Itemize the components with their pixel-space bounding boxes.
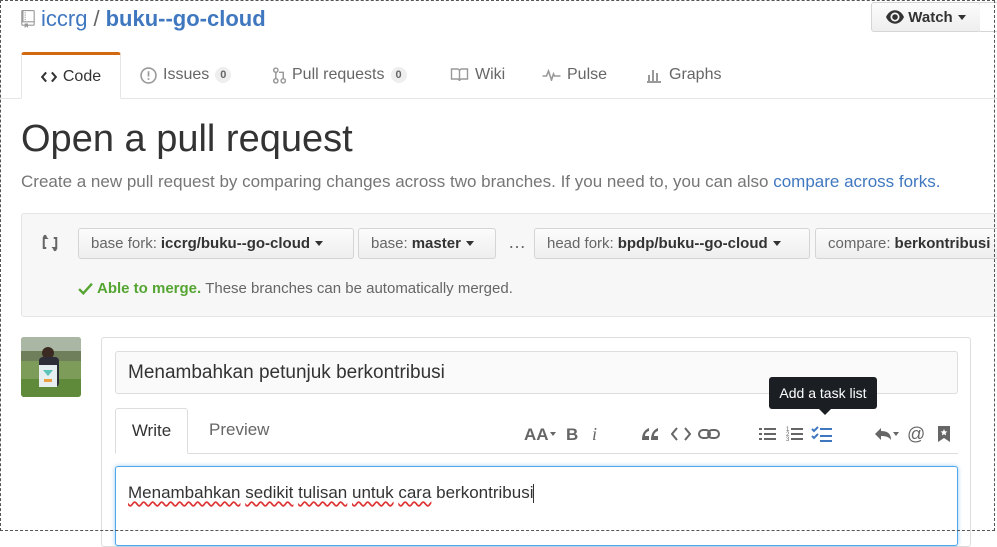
base-fork-value: iccrg/buku--go-cloud [160, 235, 311, 252]
head-fork-select[interactable]: head fork: bpdp/buku--go-cloud [534, 228, 810, 259]
tab-label: Graphs [669, 66, 722, 83]
task-list-icon[interactable] [811, 423, 833, 445]
unordered-list-icon[interactable] [759, 423, 777, 445]
compare-branch-select[interactable]: compare: berkontribusi [815, 228, 997, 259]
watch-button[interactable]: Watch [871, 2, 981, 32]
base-fork-select[interactable]: base fork: iccrg/buku--go-cloud [78, 228, 354, 259]
eye-icon [886, 10, 905, 24]
body-word: cara [398, 483, 432, 502]
text-cursor [533, 484, 535, 504]
repo-name-link[interactable]: buku--go-cloud [106, 6, 266, 32]
chevron-down-icon [772, 241, 781, 246]
tab-issues[interactable]: Issues 0 [140, 52, 232, 98]
head-fork-value: bpdp/buku--go-cloud [617, 235, 768, 252]
avatar[interactable] [21, 337, 81, 397]
compare-range: base fork: iccrg/buku--go-cloud base: ma… [21, 213, 997, 317]
italic-icon[interactable]: i [590, 423, 602, 445]
bold-icon[interactable]: B [565, 423, 581, 445]
body-word: tulisan [298, 483, 348, 502]
repo-icon [21, 10, 35, 28]
compare-branch-label: compare: [828, 235, 891, 252]
tab-label: Code [62, 67, 102, 85]
repo-header: iccrg / buku--go-cloud [21, 2, 266, 36]
mention-icon[interactable]: @ [906, 423, 926, 445]
ordered-list-icon[interactable]: 123 [786, 423, 804, 445]
subtitle-text: Create a new pull request by comparing c… [21, 172, 774, 191]
tab-label: Pulse [567, 66, 608, 83]
pr-body-textarea[interactable]: Menambahkan sedikit tulisan untuk cara b… [115, 466, 958, 546]
code-icon[interactable] [670, 423, 692, 445]
tab-preview[interactable]: Preview [209, 420, 269, 440]
reply-icon[interactable] [873, 423, 901, 445]
base-branch-select[interactable]: base: master [358, 228, 496, 259]
git-compare-icon [42, 234, 58, 252]
svg-text:3: 3 [786, 437, 790, 443]
range-ellipsis: … [508, 232, 526, 252]
bookmark-icon[interactable] [936, 423, 952, 445]
book-icon [450, 68, 469, 82]
link-icon[interactable] [698, 423, 720, 445]
watch-count-box[interactable] [980, 2, 997, 32]
issue-icon [140, 66, 157, 84]
merge-ok-label: Able to merge. [97, 280, 202, 297]
svg-text:AA: AA [524, 425, 549, 443]
tab-label: Pull requests [292, 66, 385, 83]
body-word: sedikit [245, 483, 294, 502]
svg-text:@: @ [907, 424, 925, 444]
svg-text:i: i [592, 425, 597, 443]
repo-path-separator: / [93, 6, 100, 31]
chevron-down-icon [315, 241, 324, 246]
text-size-icon[interactable]: AA [524, 423, 558, 445]
task-list-tooltip: Add a task list [769, 377, 877, 415]
body-word: untuk [352, 483, 394, 502]
body-word: berkontribusi [436, 483, 534, 502]
base-fork-label: base fork: [91, 235, 157, 252]
base-branch-label: base: [371, 235, 408, 252]
compare-across-forks-link[interactable]: compare across forks. [773, 172, 940, 191]
pull-request-icon [272, 66, 286, 84]
pulse-icon [542, 69, 561, 81]
user-avatar-image [21, 337, 81, 397]
page-title: Open a pull request [21, 118, 353, 160]
code-icon [40, 71, 57, 82]
chevron-down-icon [957, 14, 966, 20]
tab-pulse[interactable]: Pulse [542, 52, 607, 98]
svg-text:B: B [566, 425, 578, 443]
repo-owner-link[interactable]: iccrg [41, 6, 87, 32]
compare-branch-value: berkontribusi [894, 235, 991, 252]
page-subtitle: Create a new pull request by comparing c… [21, 172, 940, 192]
tab-write[interactable]: Write [115, 408, 188, 454]
quote-icon[interactable] [640, 423, 660, 445]
watch-label: Watch [908, 8, 953, 26]
base-branch-value: master [411, 235, 461, 252]
tab-pull-requests[interactable]: Pull requests 0 [272, 52, 407, 98]
merge-status: Able to merge. These branches can be aut… [78, 280, 513, 297]
tab-code[interactable]: Code [21, 52, 121, 99]
tab-label: Issues [163, 66, 210, 83]
tab-graphs[interactable]: Graphs [645, 52, 721, 98]
editor-tabnav-divider [115, 453, 958, 454]
chevron-down-icon [465, 241, 474, 246]
graph-icon [647, 70, 661, 83]
issues-counter: 0 [215, 67, 232, 83]
check-icon [78, 282, 93, 295]
body-word: Menambahkan [128, 483, 241, 502]
repo-nav: Code Issues 0 Pull requests 0 Wiki Pulse… [0, 52, 997, 99]
merge-status-text: These branches can be automatically merg… [205, 280, 513, 297]
head-fork-label: head fork: [547, 235, 614, 252]
pull-requests-counter: 0 [390, 67, 407, 83]
tab-wiki[interactable]: Wiki [450, 52, 505, 98]
tab-label: Wiki [475, 66, 506, 83]
